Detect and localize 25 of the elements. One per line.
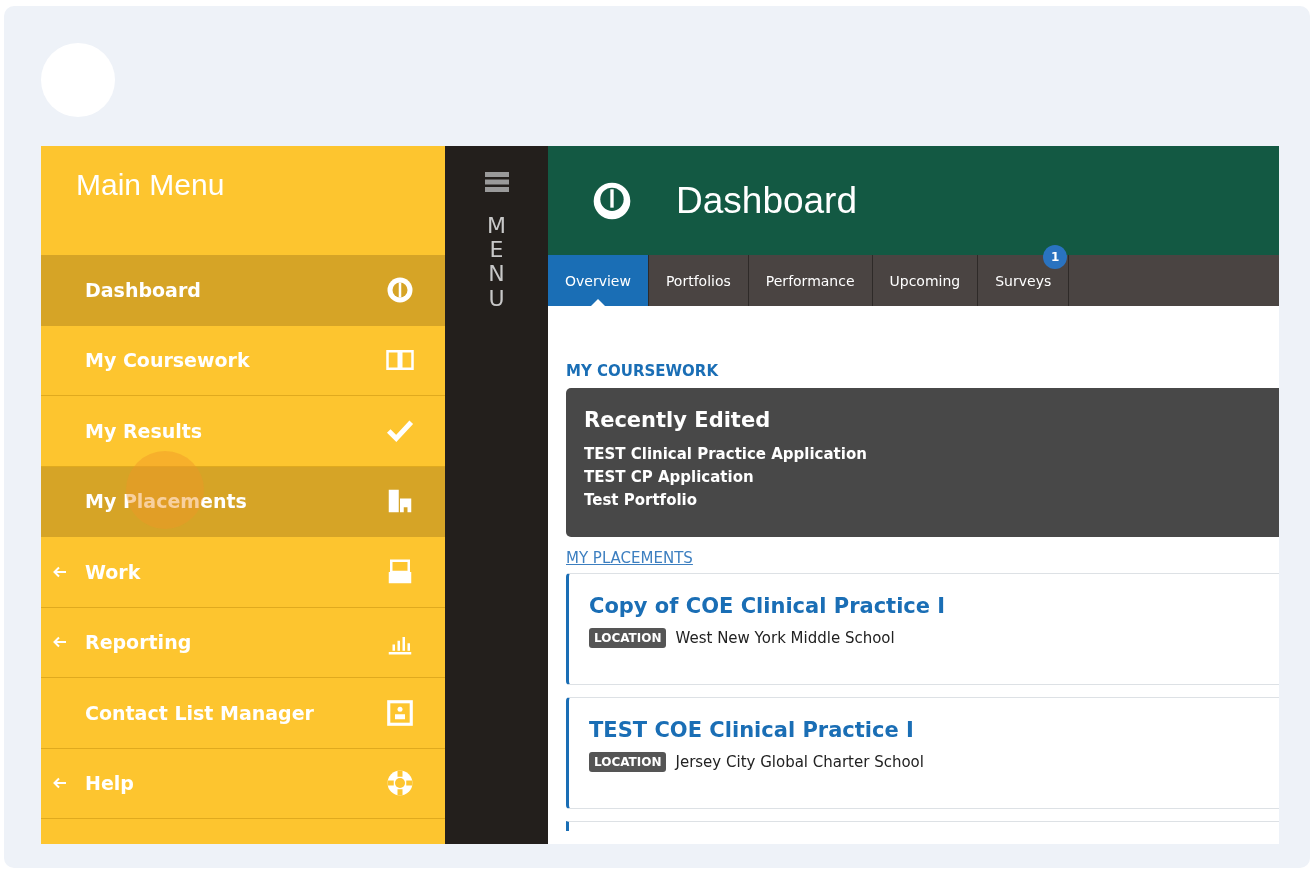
- tab[interactable]: Overview: [548, 255, 649, 306]
- section-heading: MY COURSEWORK: [566, 362, 720, 380]
- sidebar-item-label: Dashboard: [85, 278, 202, 301]
- sidebar-item-label: Help: [85, 772, 135, 795]
- sidebar-title: Main Menu: [75, 167, 226, 203]
- recent-item[interactable]: TEST Clinical Practice Application: [584, 445, 1261, 463]
- placement-title[interactable]: TEST COE Clinical Practice I: [589, 718, 914, 742]
- page-title: Dashboard: [676, 179, 857, 222]
- sidebar-item-label: Contact List Manager: [85, 701, 315, 724]
- location-text: West New York Middle School: [675, 629, 895, 647]
- placement-title[interactable]: Copy of COE Clinical Practice I: [589, 594, 946, 618]
- recent-item[interactable]: Test Portfolio: [584, 491, 1261, 509]
- sidebar-item-label: My Placements: [85, 490, 248, 513]
- location-tag: LOCATION: [589, 752, 667, 772]
- sidebar-item-label: Work: [85, 560, 142, 583]
- sidebar-item-label: My Coursework: [85, 349, 251, 372]
- menu-label: MENU: [486, 214, 507, 311]
- section-link[interactable]: MY PLACEMENTS: [566, 549, 693, 567]
- location-text: Jersey City Global Charter School: [675, 753, 924, 771]
- recent-item[interactable]: TEST CP Application: [584, 468, 1261, 486]
- sidebar-item-label: Reporting: [85, 631, 193, 654]
- location-tag: LOCATION: [589, 628, 667, 648]
- sidebar-item-label: My Results: [85, 419, 204, 442]
- card-title: Recently Edited: [584, 408, 772, 432]
- menu-strip[interactable]: MENU: [445, 146, 548, 844]
